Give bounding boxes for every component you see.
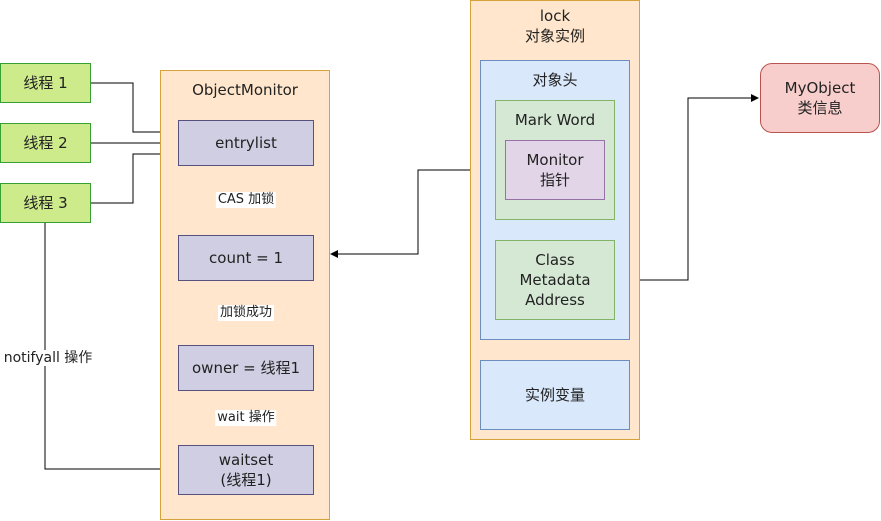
waitset-node: waitset (线程1)	[178, 445, 314, 495]
lock-instance-title: lock 对象实例	[524, 7, 585, 45]
thread-1-node: 线程 1	[0, 63, 91, 103]
thread-2-node: 线程 2	[0, 123, 91, 163]
class-info-node: MyObject 类信息	[760, 63, 880, 133]
class-metadata-address-node: Class Metadata Address	[495, 240, 615, 320]
mark-word-title: Mark Word	[514, 111, 596, 129]
instance-variables-node: 实例变量	[480, 360, 630, 430]
wait-operation-label: wait 操作	[215, 410, 277, 426]
count-node: count = 1	[178, 235, 314, 281]
object-monitor-title: ObjectMonitor	[192, 81, 298, 99]
lock-success-label: 加锁成功	[217, 305, 275, 321]
object-header-title: 对象头	[532, 71, 578, 89]
thread-3-node: 线程 3	[0, 183, 91, 223]
monitor-pointer-node: Monitor 指针	[505, 140, 605, 200]
notifyall-operation-label: notifyall 操作	[1, 350, 95, 366]
cas-lock-label: CAS 加锁	[215, 192, 277, 208]
diagram-edges	[44, 82, 759, 473]
entrylist-node: entrylist	[178, 120, 314, 166]
owner-node: owner = 线程1	[178, 345, 314, 391]
notifyall-edge	[44, 223, 177, 473]
